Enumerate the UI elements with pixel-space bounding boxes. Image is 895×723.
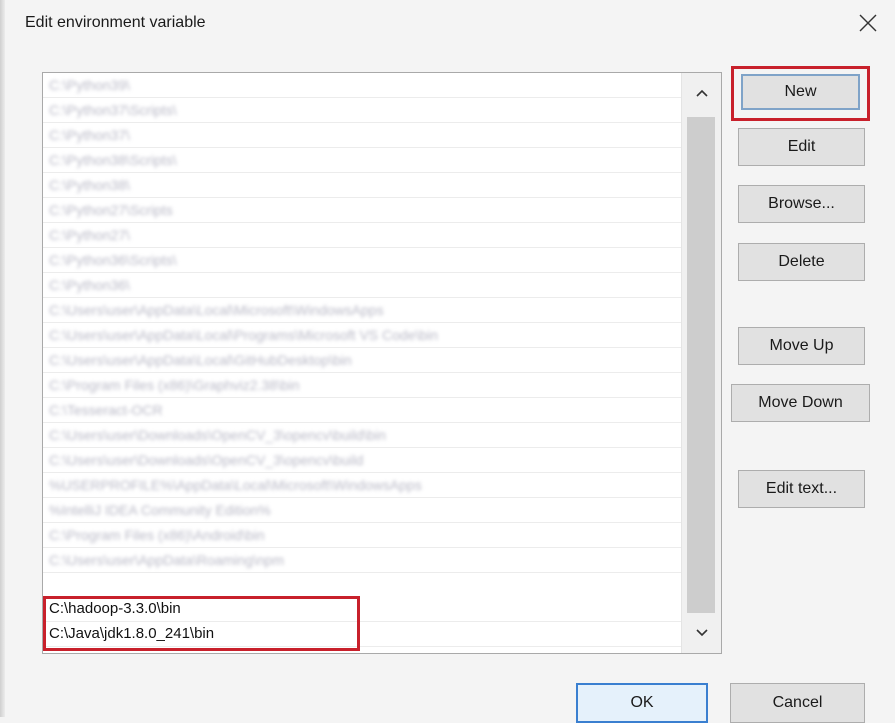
list-item[interactable]: C:\Python36\Scripts\	[43, 248, 681, 273]
close-icon	[859, 14, 877, 32]
scroll-thumb[interactable]	[687, 117, 715, 613]
new-button[interactable]: New	[741, 74, 860, 110]
delete-button[interactable]: Delete	[738, 243, 865, 281]
list-item[interactable]: C:\Python39\	[43, 73, 681, 98]
edit-text-button[interactable]: Edit text...	[738, 470, 865, 508]
list-item[interactable]: C:\Users\user\AppData\Roaming\npm	[43, 548, 681, 573]
list-item[interactable]: C:\Python38\	[43, 173, 681, 198]
vertical-scrollbar[interactable]	[681, 73, 721, 653]
list-item[interactable]: C:\Python36\	[43, 273, 681, 298]
chevron-up-icon	[696, 89, 708, 97]
ok-button[interactable]: OK	[576, 683, 708, 723]
move-down-button[interactable]: Move Down	[731, 384, 870, 422]
list-item[interactable]: C:\Python37\	[43, 123, 681, 148]
chevron-down-icon	[696, 629, 708, 637]
scroll-down-button[interactable]	[682, 613, 721, 653]
close-button[interactable]	[855, 10, 881, 36]
list-item-hadoop[interactable]: C:\hadoop-3.3.0\bin	[43, 597, 681, 622]
path-list: C:\Python39\ C:\Python37\Scripts\ C:\Pyt…	[43, 73, 681, 653]
list-item-java[interactable]: C:\Java\jdk1.8.0_241\bin	[43, 622, 681, 647]
list-item[interactable]: C:\Users\user\AppData\Local\GitHubDeskto…	[43, 348, 681, 373]
window-title: Edit environment variable	[25, 14, 206, 31]
list-item[interactable]: C:\Tesseract-OCR	[43, 398, 681, 423]
list-item[interactable]: %USERPROFILE%\AppData\Local\Microsoft\Wi…	[43, 473, 681, 498]
list-item[interactable]: C:\Python27\	[43, 223, 681, 248]
browse-button[interactable]: Browse...	[738, 185, 865, 223]
window-left-edge	[0, 0, 5, 717]
list-item[interactable]: C:\Users\user\AppData\Local\Programs\Mic…	[43, 323, 681, 348]
scroll-up-button[interactable]	[682, 73, 721, 113]
list-item[interactable]: C:\Users\user\AppData\Local\Microsoft\Wi…	[43, 298, 681, 323]
list-item[interactable]: C:\Program Files (x86)\Android\bin	[43, 523, 681, 548]
list-item[interactable]: C:\Python37\Scripts\	[43, 98, 681, 123]
list-item[interactable]: C:\Python38\Scripts\	[43, 148, 681, 173]
list-item[interactable]: C:\Program Files (x86)\Graphviz2.38\bin	[43, 373, 681, 398]
cancel-button[interactable]: Cancel	[730, 683, 865, 723]
list-item[interactable]: %IntelliJ IDEA Community Edition%	[43, 498, 681, 523]
list-item[interactable]: C:\Users\user\Downloads\OpenCV_3\opencv\…	[43, 423, 681, 448]
list-item[interactable]: C:\Python27\Scripts	[43, 198, 681, 223]
edit-button[interactable]: Edit	[738, 128, 865, 166]
path-listbox[interactable]: C:\Python39\ C:\Python37\Scripts\ C:\Pyt…	[42, 72, 722, 654]
move-up-button[interactable]: Move Up	[738, 327, 865, 365]
list-item[interactable]: C:\Users\user\Downloads\OpenCV_3\opencv\…	[43, 448, 681, 473]
